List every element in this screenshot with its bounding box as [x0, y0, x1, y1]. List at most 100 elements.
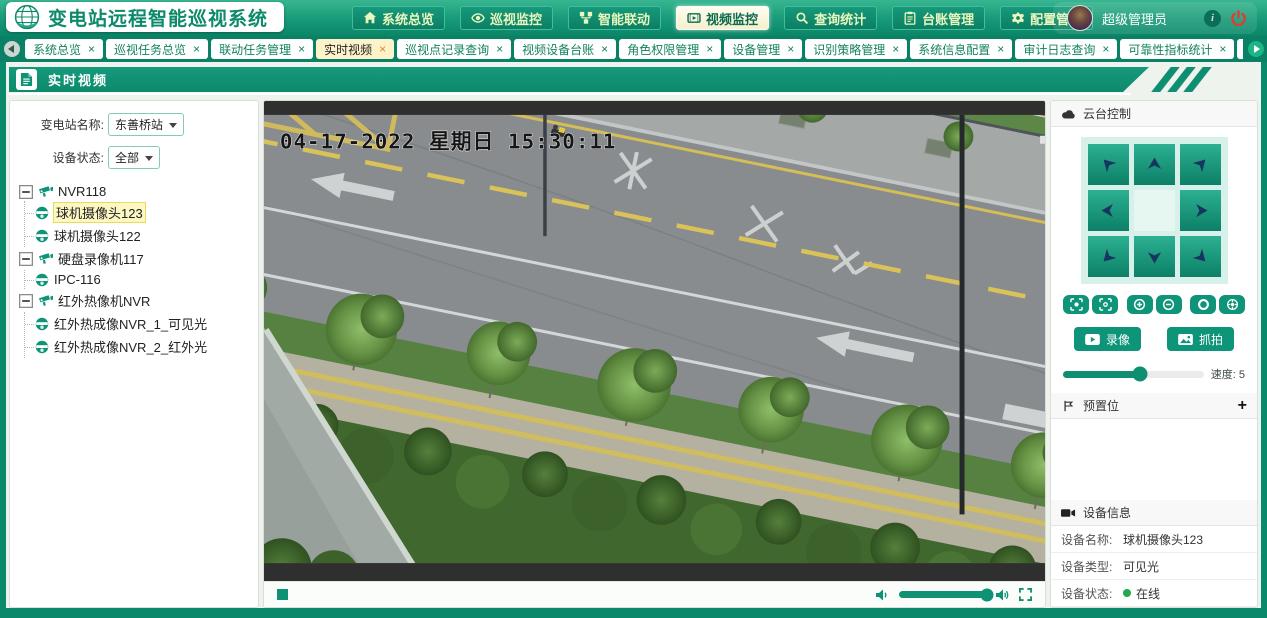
- close-icon[interactable]: ×: [88, 43, 95, 55]
- tab-11[interactable]: 审计日志查询×: [1015, 39, 1117, 59]
- user-area: 超级管理员 i: [1053, 2, 1257, 34]
- close-icon[interactable]: ×: [298, 43, 305, 55]
- add-preset-button[interactable]: +: [1238, 398, 1247, 414]
- tab-1[interactable]: 系统总览×: [25, 39, 103, 59]
- tree-leaf-2-1[interactable]: IPC-116: [25, 270, 252, 289]
- ptz-down-button[interactable]: [1134, 236, 1175, 277]
- power-icon[interactable]: [1230, 10, 1247, 27]
- tree-node-3[interactable]: 红外热像机NVR: [16, 289, 252, 312]
- app-header: 变电站远程智能巡视系统 系统总览巡视监控智能联动视频监控查询统计台账管理配置管理…: [0, 0, 1267, 36]
- record-button[interactable]: 录像: [1074, 327, 1141, 351]
- device-info-row-2: 设备类型:可见光: [1051, 553, 1257, 580]
- collapse-icon[interactable]: [18, 252, 34, 266]
- device-tree: NVR118球机摄像头123球机摄像头122硬盘录像机117IPC-116红外热…: [16, 182, 252, 358]
- info-icon[interactable]: i: [1204, 10, 1221, 27]
- speed-slider[interactable]: [1063, 371, 1204, 378]
- tab-8[interactable]: 设备管理×: [724, 39, 802, 59]
- tab-9[interactable]: 识别策略管理×: [805, 39, 907, 59]
- page-title: 实时视频: [48, 70, 108, 89]
- focus-near-button[interactable]: [1092, 295, 1118, 314]
- app-logo-box: 变电站远程智能巡视系统: [6, 2, 284, 32]
- tab-5[interactable]: 巡视点记录查询×: [397, 39, 511, 59]
- close-icon[interactable]: ×: [1219, 43, 1226, 55]
- status-select[interactable]: 全部: [108, 146, 160, 169]
- snapshot-button[interactable]: 抓拍: [1167, 327, 1234, 351]
- ptz-arrow-icon: [1190, 154, 1211, 175]
- device-info-row-1: 设备名称:球机摄像头123: [1051, 526, 1257, 553]
- close-icon[interactable]: ×: [601, 43, 608, 55]
- tab-6[interactable]: 视频设备台账×: [514, 39, 616, 59]
- device-info-rows: 设备名称:球机摄像头123设备类型:可见光设备状态:在线: [1051, 526, 1257, 607]
- dome-camera-icon: [35, 317, 49, 331]
- ptz-arrow-icon: [1190, 246, 1211, 267]
- tree-leaf-3-1[interactable]: 红外热成像NVR_1_可见光: [25, 312, 252, 335]
- ptz-right-button[interactable]: [1180, 190, 1221, 231]
- close-icon[interactable]: ×: [706, 43, 713, 55]
- video-timestamp: 04-17-2022 星期日 15:30:11: [280, 130, 617, 154]
- nav-button-3[interactable]: 智能联动: [568, 6, 661, 30]
- avatar[interactable]: [1067, 5, 1093, 31]
- ptz-up-button[interactable]: [1134, 144, 1175, 185]
- preset-title: 预置位: [1083, 397, 1119, 414]
- close-icon[interactable]: ×: [892, 43, 899, 55]
- tab-scroll-right-icon[interactable]: [1248, 41, 1264, 57]
- volume-up-icon[interactable]: [996, 589, 1010, 601]
- volume-slider[interactable]: [899, 591, 987, 598]
- ptz-up-left-button[interactable]: [1088, 144, 1129, 185]
- preset-icon: [1061, 400, 1076, 412]
- chevron-down-icon: [169, 123, 177, 132]
- tab-4[interactable]: 实时视频×: [316, 39, 394, 59]
- zoom-in-button[interactable]: [1127, 295, 1153, 314]
- tab-2[interactable]: 巡视任务总览×: [106, 39, 208, 59]
- zoom-out-button[interactable]: [1156, 295, 1182, 314]
- close-icon[interactable]: ×: [496, 43, 503, 55]
- gear-icon: [1011, 11, 1025, 25]
- nav-button-4[interactable]: 视频监控: [676, 6, 769, 30]
- nav-button-2[interactable]: 巡视监控: [460, 6, 553, 30]
- ptz-down-right-button[interactable]: [1180, 236, 1221, 277]
- close-icon[interactable]: ×: [1102, 43, 1109, 55]
- stop-button[interactable]: [277, 589, 288, 600]
- station-select-label: 变电站名称:: [16, 116, 104, 133]
- ptz-left-button[interactable]: [1088, 190, 1129, 231]
- tab-3[interactable]: 联动任务管理×: [211, 39, 313, 59]
- tab-scroll-left-icon[interactable]: [4, 41, 20, 57]
- tree-node-1[interactable]: NVR118: [16, 182, 252, 201]
- station-select[interactable]: 东善桥站: [108, 113, 184, 136]
- tree-leaf-1-1[interactable]: 球机摄像头123: [25, 201, 252, 224]
- ptz-down-left-button[interactable]: [1088, 236, 1129, 277]
- volume-down-icon[interactable]: [876, 589, 890, 601]
- ptz-up-right-button[interactable]: [1180, 144, 1221, 185]
- link-nodes-icon: [579, 11, 593, 25]
- speed-slider-thumb[interactable]: [1133, 367, 1148, 382]
- tree-leaf-3-2[interactable]: 红外热成像NVR_2_红外光: [25, 335, 252, 358]
- focus-near-icon: [1099, 298, 1112, 311]
- volume-slider-thumb[interactable]: [981, 588, 994, 601]
- page-body: 实时视频 变电站名称: 东善桥站 设备状态: 全部 NVR: [6, 62, 1261, 608]
- ledger-icon: [903, 11, 917, 25]
- collapse-icon[interactable]: [18, 294, 34, 308]
- tab-13[interactable]: 基本定义管理×: [1237, 39, 1243, 59]
- camcorder-icon: [1061, 507, 1076, 519]
- focus-far-button[interactable]: [1063, 295, 1089, 314]
- close-icon[interactable]: ×: [193, 43, 200, 55]
- nav-button-5[interactable]: 查询统计: [784, 6, 877, 30]
- collapse-icon[interactable]: [18, 185, 34, 199]
- nav-button-6[interactable]: 台账管理: [892, 6, 985, 30]
- snapshot-icon: [1178, 334, 1193, 345]
- tab-10[interactable]: 系统信息配置×: [910, 39, 1012, 59]
- iris-close-button[interactable]: [1219, 295, 1245, 314]
- close-icon[interactable]: ×: [997, 43, 1004, 55]
- fullscreen-icon[interactable]: [1019, 588, 1032, 601]
- video-control-bar: [264, 581, 1045, 607]
- tab-12[interactable]: 可靠性指标统计×: [1120, 39, 1234, 59]
- close-icon[interactable]: ×: [787, 43, 794, 55]
- tree-node-2[interactable]: 硬盘录像机117: [16, 247, 252, 270]
- nav-button-1[interactable]: 系统总览: [352, 6, 445, 30]
- close-icon[interactable]: ×: [379, 43, 386, 55]
- iris-open-button[interactable]: [1190, 295, 1216, 314]
- tab-7[interactable]: 角色权限管理×: [619, 39, 721, 59]
- ptz-arrow-icon: [1144, 154, 1165, 175]
- tree-leaf-1-2[interactable]: 球机摄像头122: [25, 224, 252, 247]
- home-icon: [363, 11, 377, 25]
